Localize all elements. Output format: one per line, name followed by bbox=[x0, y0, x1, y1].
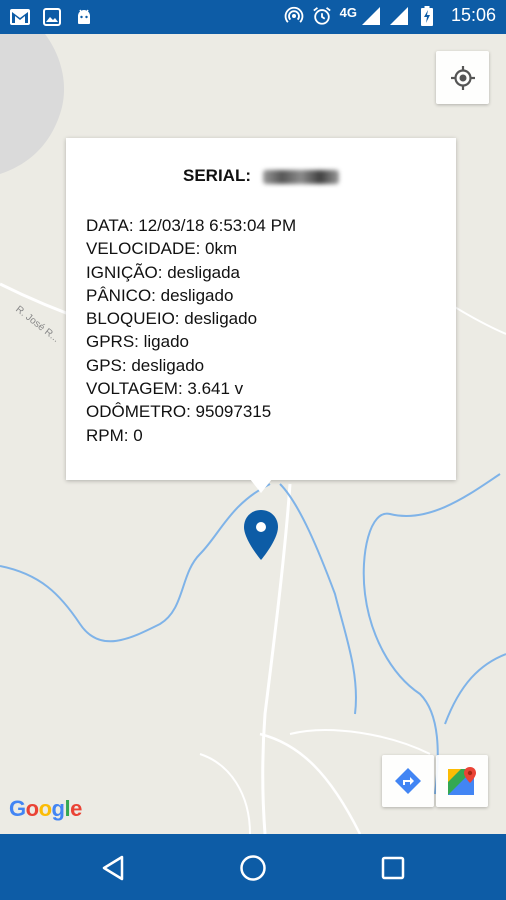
info-date: DATA: 12/03/18 6:53:04 PM bbox=[86, 216, 297, 235]
back-button[interactable] bbox=[93, 848, 133, 888]
info-ignition: IGNIÇÃO: desligada bbox=[86, 262, 241, 282]
google-logo: Google bbox=[9, 796, 82, 822]
info-speed: VELOCIDADE: 0km bbox=[86, 239, 238, 259]
directions-button[interactable] bbox=[382, 755, 434, 807]
navigation-bar bbox=[0, 834, 506, 900]
info-window-pointer bbox=[250, 479, 272, 493]
info-odometer: ODÔMETRO: 95097315 bbox=[86, 402, 272, 422]
directions-icon bbox=[395, 768, 421, 794]
recents-button[interactable] bbox=[373, 848, 413, 888]
network-type-label: 4G bbox=[339, 5, 357, 20]
info-panic: PÂNICO: desligado bbox=[86, 285, 234, 305]
home-icon bbox=[240, 855, 266, 881]
google-maps-icon bbox=[448, 767, 476, 795]
serial-value-redacted bbox=[263, 169, 339, 184]
android-icon bbox=[74, 7, 94, 27]
info-rpm: RPM: 0 bbox=[86, 425, 143, 445]
info-details-list: DATA: 12/03/18 6:53:04 PM VELOCIDADE: 0k… bbox=[86, 214, 296, 447]
serial-row: SERIAL: bbox=[66, 166, 456, 186]
map-view[interactable]: R. José R... SERIAL: DATA: 12/03/18 6:53… bbox=[0, 34, 506, 834]
info-gps: GPS: desligado bbox=[86, 355, 205, 375]
my-location-icon bbox=[450, 65, 475, 90]
back-icon bbox=[102, 855, 124, 881]
location-marker-icon[interactable] bbox=[241, 508, 281, 562]
status-bar: 4G 15:06 bbox=[0, 0, 506, 34]
info-gprs: GPRS: ligado bbox=[86, 332, 189, 352]
google-logo-letter: o bbox=[25, 796, 39, 821]
google-logo-letter: e bbox=[70, 796, 82, 821]
gmail-icon bbox=[10, 7, 30, 27]
recents-icon bbox=[381, 856, 405, 880]
google-logo-letter: G bbox=[9, 796, 26, 821]
battery-charging-icon bbox=[417, 5, 437, 26]
alarm-icon bbox=[312, 6, 332, 26]
open-google-maps-button[interactable] bbox=[436, 755, 488, 807]
gallery-icon bbox=[42, 7, 62, 27]
serial-label: SERIAL: bbox=[183, 166, 251, 185]
google-logo-letter: g bbox=[51, 796, 65, 821]
signal-icon bbox=[361, 6, 381, 26]
google-logo-letter: o bbox=[38, 796, 52, 821]
info-block: BLOQUEIO: desligado bbox=[86, 309, 258, 329]
signal-icon bbox=[389, 6, 409, 26]
clock: 15:06 bbox=[450, 5, 496, 25]
home-button[interactable] bbox=[233, 848, 273, 888]
info-voltage: VOLTAGEM: 3.641 v bbox=[86, 379, 244, 399]
hotspot-icon bbox=[284, 6, 304, 26]
my-location-button[interactable] bbox=[436, 51, 489, 104]
info-window: SERIAL: DATA: 12/03/18 6:53:04 PM VELOCI… bbox=[66, 138, 456, 480]
